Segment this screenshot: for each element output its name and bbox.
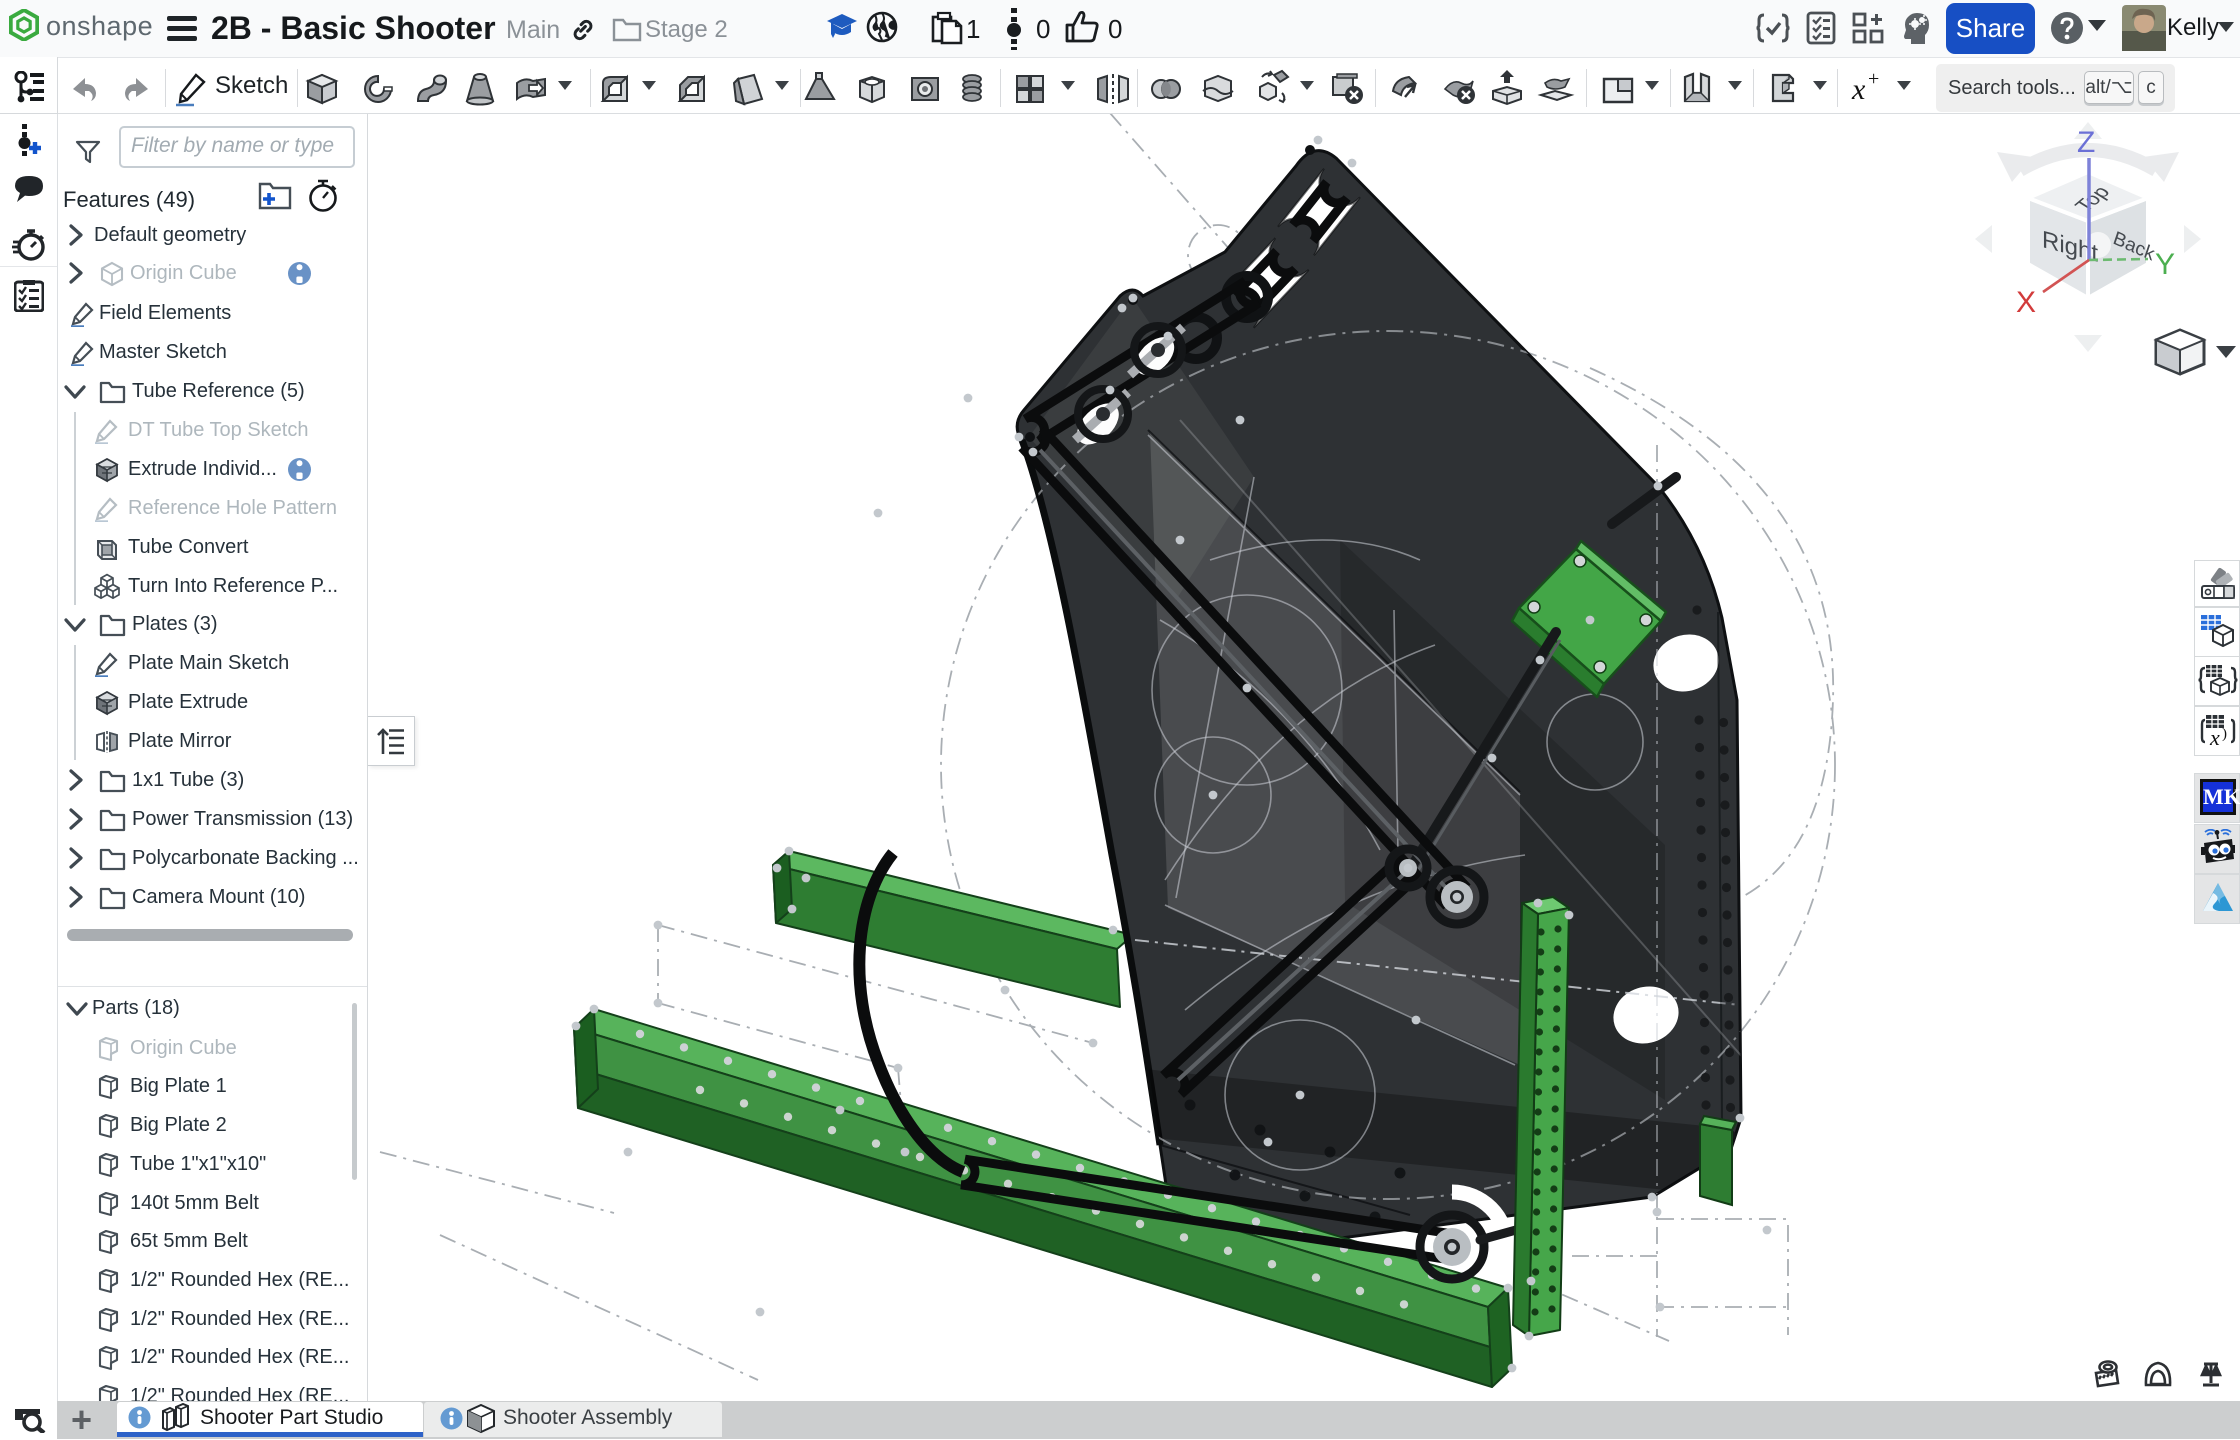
svg-text:Y: Y	[2155, 248, 2175, 281]
svg-text:+: +	[1868, 69, 1879, 90]
svg-text:Z: Z	[2077, 126, 2095, 159]
svg-text:x: x	[2209, 725, 2220, 750]
svg-text:X: X	[2016, 286, 2036, 319]
svg-text:): )	[2222, 726, 2227, 742]
svg-text:x: x	[1851, 73, 1866, 106]
